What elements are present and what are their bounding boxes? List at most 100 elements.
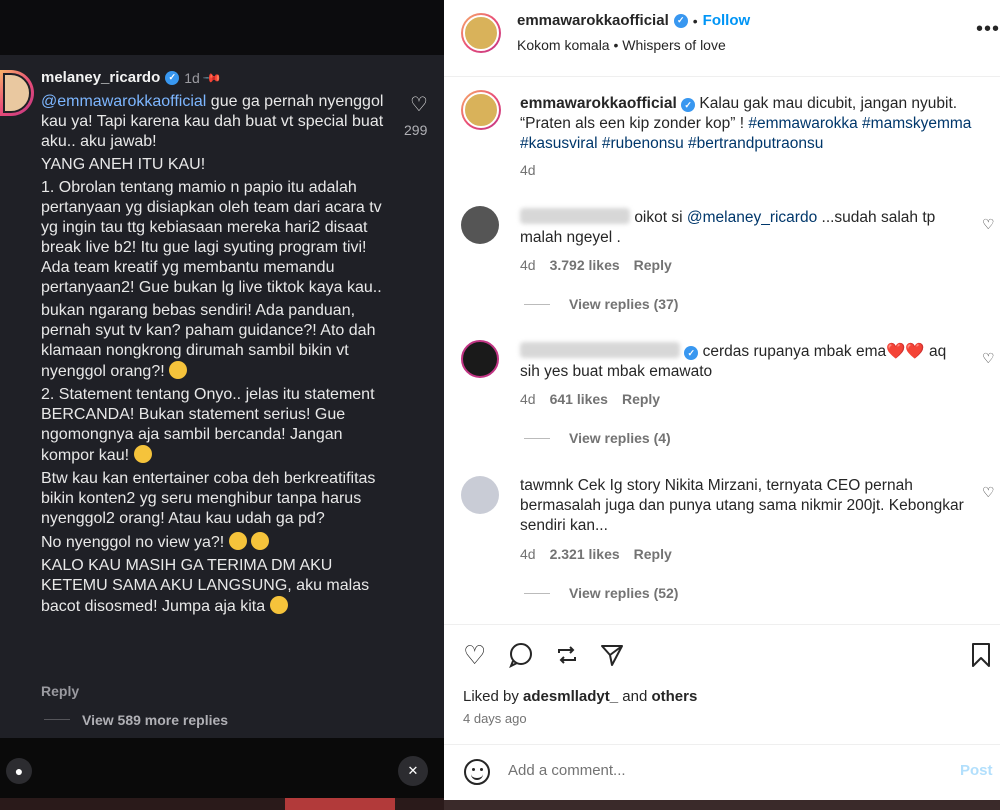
mention-link[interactable]: @emmawarokkaofficial xyxy=(41,93,206,110)
divider xyxy=(444,744,1000,745)
comment-paragraph: bukan ngarang bebas sendiri! Ada panduan… xyxy=(41,301,386,382)
blurred-username xyxy=(520,342,680,358)
reply-button[interactable]: Reply xyxy=(622,391,660,407)
rofl-emoji-icon xyxy=(251,532,270,550)
comment-meta: 4d 641 likes Reply xyxy=(520,391,660,407)
liked-by: Liked by adesmlladyt_ and others xyxy=(463,688,697,705)
divider xyxy=(524,304,550,305)
comment-likes[interactable]: 641 likes xyxy=(550,391,608,407)
verified-icon: ✓ xyxy=(684,346,699,360)
caption-time: 4d xyxy=(520,162,536,178)
mute-icon[interactable]: ✕ xyxy=(398,756,428,786)
post-header: emmawarokkaofficial ✓ • Follow Kokom kom… xyxy=(444,0,1000,77)
author-username[interactable]: emmawarokkaofficial xyxy=(517,12,669,29)
audio-subtitle[interactable]: Kokom komala • Whispers of love xyxy=(517,37,726,53)
view-replies-button[interactable]: View replies (52) xyxy=(569,585,678,601)
separator-dot: • xyxy=(692,12,698,29)
view-replies-button[interactable]: View replies (4) xyxy=(569,430,671,446)
rofl-emoji-icon xyxy=(269,596,288,614)
author-avatar[interactable] xyxy=(461,13,501,53)
comment-paragraph: 2. Statement tentang Onyo.. jelas itu st… xyxy=(41,385,386,466)
thumbnail-strip xyxy=(444,800,1000,810)
comment-text: bukan ngarang bebas sendiri! Ada panduan… xyxy=(41,302,376,380)
rofl-emoji-icon xyxy=(169,361,188,379)
comment-fragment: oikot si xyxy=(634,209,683,226)
post-button[interactable]: Post xyxy=(960,762,993,779)
liked-by-and: and xyxy=(622,688,648,705)
comment-body: @emmawarokkaofficial gue ga pernah nyeng… xyxy=(41,92,386,620)
comment-likes[interactable]: 3.792 likes xyxy=(550,257,620,273)
comment-meta: 4d 3.792 likes Reply xyxy=(520,257,672,273)
follow-button[interactable]: Follow xyxy=(703,12,751,29)
comment-time: 4d xyxy=(520,257,536,273)
comment-icon[interactable] xyxy=(508,642,534,672)
verified-icon: ✓ xyxy=(673,13,688,28)
comment-heart-icon[interactable]: ♡ xyxy=(982,484,995,501)
pin-icon: 📌 xyxy=(202,67,223,88)
reply-button[interactable]: Reply xyxy=(634,546,672,562)
divider xyxy=(44,719,70,720)
view-more-replies-button[interactable]: View 589 more replies xyxy=(82,712,228,728)
comment-text: 2. Statement tentang Onyo.. jelas itu st… xyxy=(41,386,375,464)
reply-button[interactable]: Reply xyxy=(634,257,672,273)
caption: emmawarokkaofficial ✓ Kalau gak mau dicu… xyxy=(520,94,980,154)
heart-icon[interactable]: ♡ xyxy=(463,642,486,668)
thumbnail-strip xyxy=(0,798,444,810)
comment-heart-icon[interactable]: ♡ xyxy=(982,350,995,367)
author-line: emmawarokkaofficial ✓ • Follow xyxy=(517,12,750,29)
emoji-icon[interactable] xyxy=(464,759,490,785)
comment-username[interactable]: tawmnk xyxy=(520,477,573,494)
comment-text: KALO KAU MASIH GA TERIMA DM AKU KETEMU S… xyxy=(41,557,370,615)
comment-time: 4d xyxy=(520,391,536,407)
comment-heart-icon[interactable]: ♡ xyxy=(982,216,995,233)
commenter-header: melaney_ricardo ✓ 1d 📌 xyxy=(41,67,223,88)
like-heart-icon[interactable]: ♡ xyxy=(410,92,428,117)
mention-link[interactable]: @melaney_ricardo xyxy=(687,209,817,226)
rofl-emoji-icon xyxy=(228,532,247,550)
comment-text: oikot si @melaney_ricardo ...sudah salah… xyxy=(520,208,970,248)
more-icon[interactable]: ••• xyxy=(976,18,1000,41)
comment-text: tawmnk Cek Ig story Nikita Mirzani, tern… xyxy=(520,476,970,536)
view-replies-button[interactable]: View replies (37) xyxy=(569,296,678,312)
comment-paragraph: KALO KAU MASIH GA TERIMA DM AKU KETEMU S… xyxy=(41,556,386,617)
repost-icon[interactable] xyxy=(554,642,580,672)
divider xyxy=(524,438,550,439)
share-icon[interactable] xyxy=(599,642,625,672)
bookmark-icon[interactable] xyxy=(970,642,992,672)
comment-time: 1d xyxy=(184,69,200,86)
comment-time: 4d xyxy=(520,546,536,562)
comment-text: No nyenggol no view ya?! xyxy=(41,534,225,551)
comment-meta: 4d 2.321 likes Reply xyxy=(520,546,672,562)
comment-paragraph: 1. Obrolan tentang mamio n papio itu ada… xyxy=(41,179,382,296)
like-count: 299 xyxy=(404,122,428,138)
verified-icon: ✓ xyxy=(165,70,180,85)
comment-avatar[interactable] xyxy=(461,340,499,378)
user-tag-icon[interactable]: ● xyxy=(6,758,32,784)
post-panel: emmawarokkaofficial ✓ • Follow Kokom kom… xyxy=(444,0,1000,800)
comment-paragraph: No nyenggol no view ya?! xyxy=(41,532,386,553)
video-top-band xyxy=(0,0,444,55)
liked-by-others[interactable]: others xyxy=(651,688,697,705)
comment-avatar[interactable] xyxy=(461,476,499,514)
comment-likes[interactable]: 2.321 likes xyxy=(550,546,620,562)
liked-by-prefix: Liked by xyxy=(463,688,519,705)
comment-avatar[interactable] xyxy=(461,206,499,244)
comment-paragraph: @emmawarokkaofficial gue ga pernah nyeng… xyxy=(41,92,386,152)
caption-username[interactable]: emmawarokkaofficial xyxy=(520,95,677,112)
comment-paragraph: Btw kau kan entertainer coba deh berkrea… xyxy=(41,470,376,527)
liked-by-user[interactable]: adesmlladyt_ xyxy=(523,688,618,705)
verified-icon: ✓ xyxy=(681,98,696,112)
reply-button[interactable]: Reply xyxy=(41,683,79,699)
divider xyxy=(444,624,1000,625)
video-panel: melaney_ricardo ✓ 1d 📌 @emmawarokkaoffic… xyxy=(0,0,444,810)
comment-paragraph: YANG ANEH ITU KAU! xyxy=(41,156,206,173)
commenter-username[interactable]: melaney_ricardo xyxy=(41,69,160,86)
rofl-emoji-icon xyxy=(133,445,152,463)
comment-fragment: Cek Ig story Nikita Mirzani, ternyata CE… xyxy=(520,477,964,534)
blurred-username xyxy=(520,208,630,224)
comment-text: ✓ cerdas rupanya mbak ema❤️❤️ aq sih yes… xyxy=(520,342,970,382)
add-comment-input[interactable]: Add a comment... xyxy=(508,762,626,779)
caption-avatar[interactable] xyxy=(461,90,501,130)
divider xyxy=(524,593,550,594)
posted-time: 4 days ago xyxy=(463,711,527,726)
